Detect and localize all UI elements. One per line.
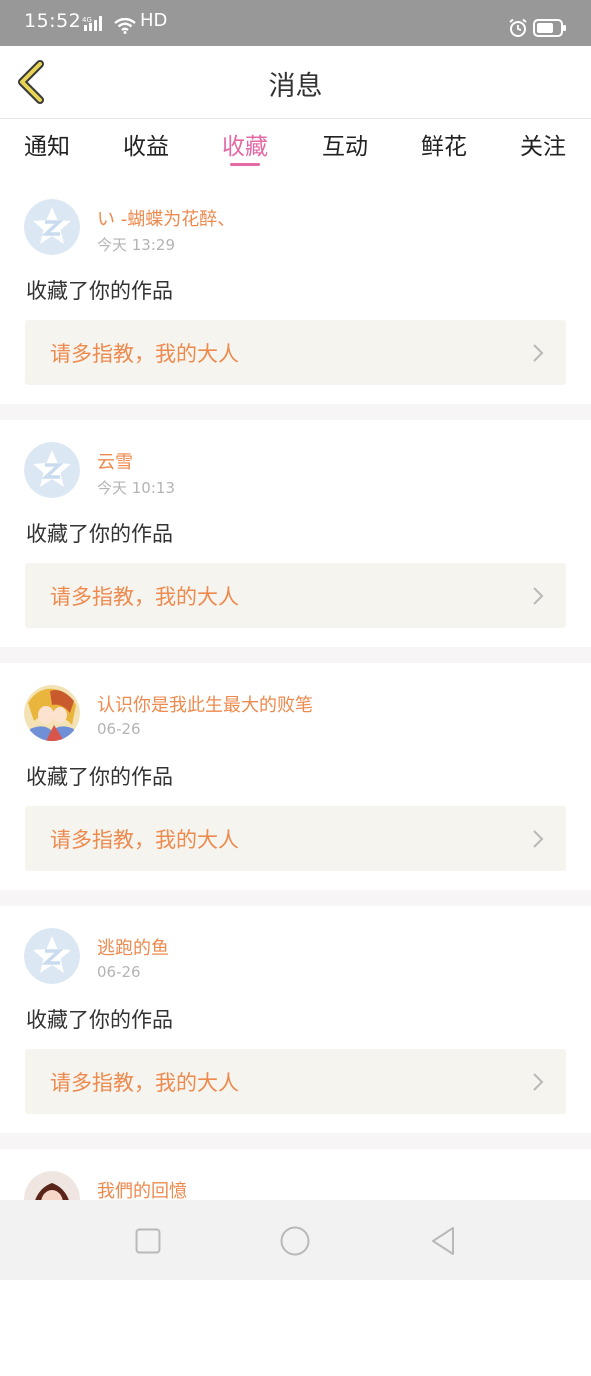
tab-earnings[interactable]: 收益	[111, 127, 181, 161]
tab-flowers[interactable]: 鲜花	[409, 127, 479, 161]
tab-notification[interactable]: 通知	[12, 127, 82, 161]
default-avatar-icon[interactable]	[24, 199, 80, 255]
alarm-icon	[508, 18, 528, 42]
action-text: 收藏了你的作品	[26, 522, 173, 546]
comment-box[interactable]: 请多指教，我的大人	[25, 1049, 566, 1114]
message-item: い -蝴蝶为花醉、 今天 13:29 收藏了你的作品 请多指教，我的大人	[0, 177, 591, 404]
comment-text: 请多指教，我的大人	[50, 585, 239, 609]
triangle-back-icon[interactable]	[430, 1226, 456, 1260]
network-label: 4G	[82, 16, 92, 24]
action-text: 收藏了你的作品	[26, 279, 173, 303]
default-avatar-icon[interactable]	[24, 928, 80, 984]
tab-favorites[interactable]: 收藏	[210, 127, 280, 161]
message-time: 06-26	[97, 720, 141, 738]
tab-follow[interactable]: 关注	[508, 127, 578, 161]
comment-box[interactable]: 请多指教，我的大人	[25, 806, 566, 871]
comment-box[interactable]: 请多指教，我的大人	[25, 563, 566, 628]
comment-text: 请多指教，我的大人	[50, 342, 239, 366]
username[interactable]: い -蝴蝶为花醉、	[97, 205, 235, 231]
page-title: 消息	[268, 71, 323, 102]
status-bar: 15:52 4G HD	[0, 0, 591, 46]
signal-icon: 4G	[82, 16, 106, 36]
status-time: 15:52	[24, 10, 82, 32]
chevron-right-icon	[533, 1073, 544, 1091]
hd-label: HD	[140, 10, 168, 31]
comment-text: 请多指教，我的大人	[50, 828, 239, 852]
comment-text: 请多指教，我的大人	[50, 1071, 239, 1095]
default-avatar-icon[interactable]	[24, 442, 80, 498]
username[interactable]: 认识你是我此生最大的败笔	[97, 691, 313, 717]
message-time: 06-26	[97, 963, 141, 981]
header: 消息	[0, 46, 591, 119]
active-tab-indicator	[230, 163, 260, 166]
separator	[0, 890, 591, 906]
circle-home-icon[interactable]	[280, 1226, 310, 1260]
separator	[0, 404, 591, 420]
separator	[0, 1133, 591, 1149]
system-nav-bar	[0, 1200, 591, 1280]
separator	[0, 647, 591, 663]
action-text: 收藏了你的作品	[26, 1008, 173, 1032]
message-item: 云雪 今天 10:13 收藏了你的作品 请多指教，我的大人	[0, 420, 591, 647]
anime-avatar[interactable]	[24, 685, 80, 741]
username[interactable]: 云雪	[97, 448, 133, 474]
tab-interaction[interactable]: 互动	[310, 127, 380, 161]
action-text: 收藏了你的作品	[26, 765, 173, 789]
message-time: 今天 10:13	[97, 479, 175, 497]
chevron-right-icon	[533, 587, 544, 605]
tab-bar: 通知 收益 收藏 互动 鲜花 关注	[0, 119, 591, 177]
chevron-right-icon	[533, 344, 544, 362]
username[interactable]: 逃跑的鱼	[97, 934, 169, 960]
chevron-right-icon	[533, 830, 544, 848]
comment-box[interactable]: 请多指教，我的大人	[25, 320, 566, 385]
wifi-icon	[114, 17, 136, 38]
battery-icon	[533, 19, 567, 41]
message-item: 逃跑的鱼 06-26 收藏了你的作品 请多指教，我的大人	[0, 906, 591, 1133]
square-recent-apps-icon[interactable]	[135, 1228, 161, 1258]
message-item: 认识你是我此生最大的败笔 06-26 收藏了你的作品 请多指教，我的大人	[0, 663, 591, 890]
message-list: い -蝴蝶为花醉、 今天 13:29 收藏了你的作品 请多指教，我的大人 云雪 …	[0, 177, 591, 1376]
message-time: 今天 13:29	[97, 236, 175, 254]
